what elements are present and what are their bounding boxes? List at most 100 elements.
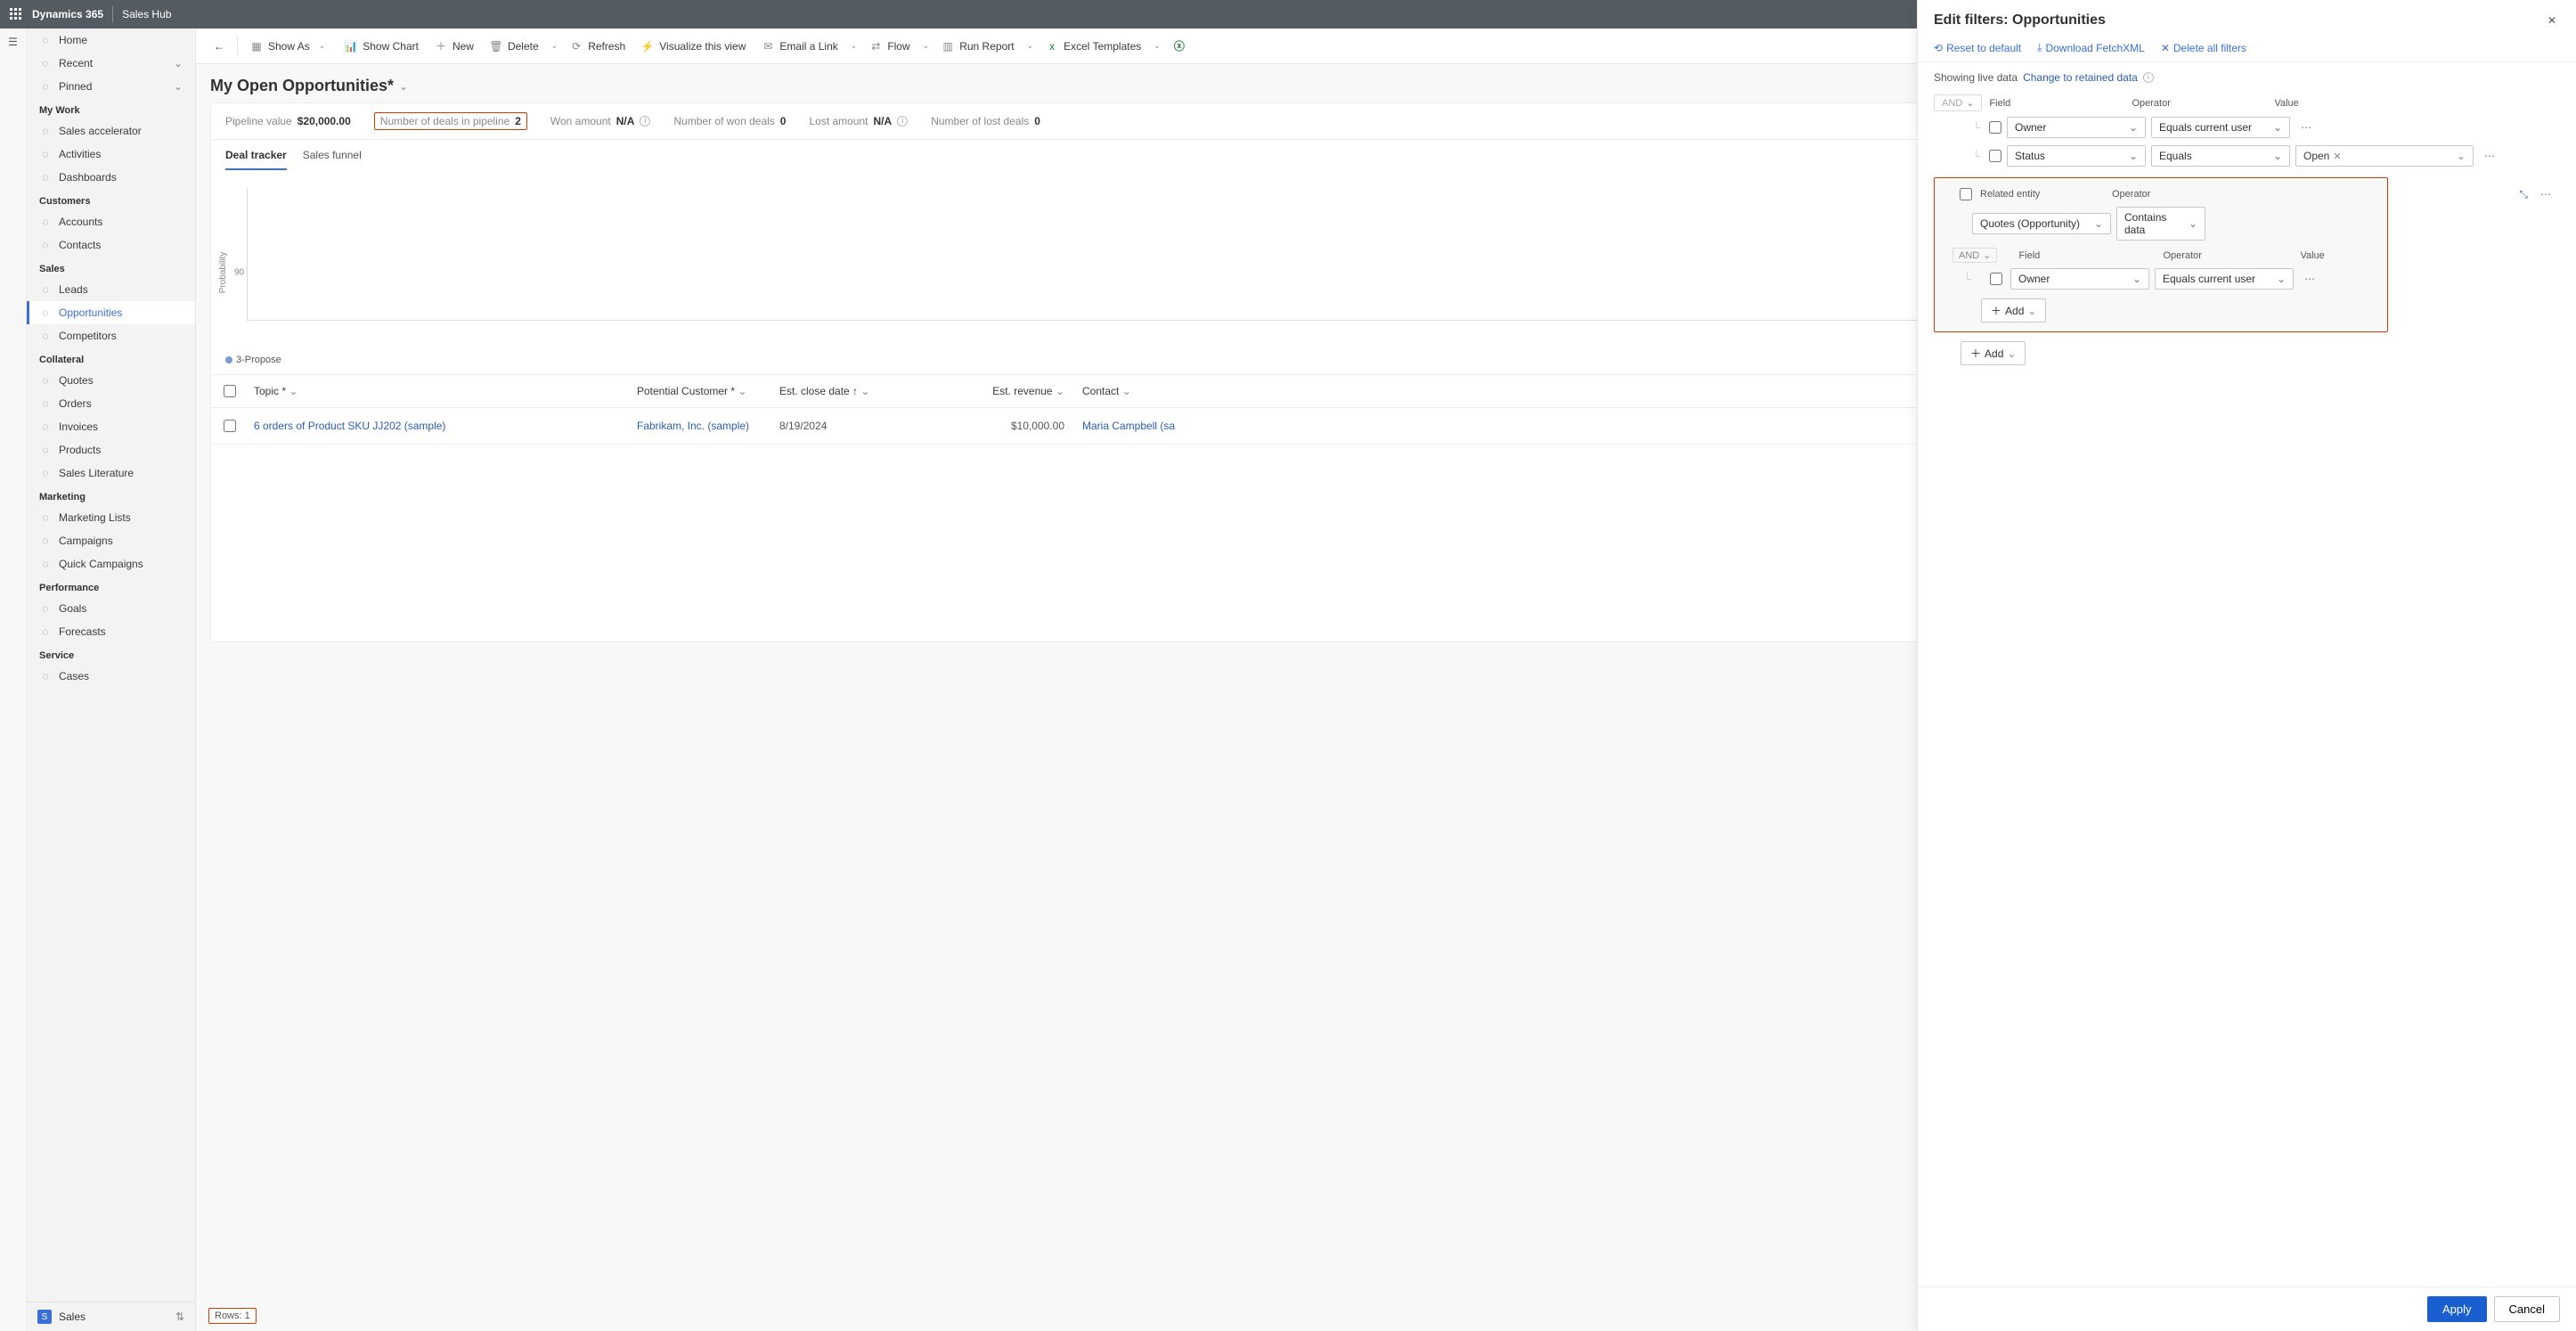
row-revenue: $10,000.00 [949,411,1073,441]
cancel-button[interactable]: Cancel [2494,1296,2560,1322]
sidebar-item[interactable]: ◌Opportunities [27,301,195,324]
close-icon[interactable]: ✕ [2544,11,2560,30]
show-as-button[interactable]: ▦Show As⌄ [243,37,336,56]
sidebar-item[interactable]: ◌Home [27,29,195,52]
run-report-button[interactable]: ▥Run Report [934,37,1021,56]
sidebar-item[interactable]: ◌Recent⌄ [27,52,195,75]
filter-checkbox[interactable] [1989,150,2001,162]
email-link-button[interactable]: ✉Email a Link [754,37,844,56]
sidebar-item[interactable]: ◌Sales accelerator [27,119,195,143]
col-contact[interactable]: Contact ⌄ [1073,378,1216,404]
excel-tmpl-chevron[interactable]: ⌄ [1150,41,1164,51]
info-icon[interactable]: i [2143,72,2154,83]
back-button[interactable]: ← [207,37,232,56]
nested-more-button[interactable]: ⋯ [2299,271,2320,287]
sidebar-item[interactable]: ◌Campaigns [27,529,195,552]
nav-icon: ◌ [39,670,52,682]
view-tab[interactable]: Sales funnel [303,140,362,170]
sidebar-item[interactable]: ◌Marketing Lists [27,506,195,529]
nav-icon: ◌ [39,216,52,228]
visualize-button[interactable]: ⚡Visualize this view [634,37,753,56]
filter-checkbox[interactable] [1989,121,2001,134]
row-checkbox[interactable] [224,420,236,432]
sidebar-item[interactable]: ◌Competitors [27,324,195,347]
flow-button[interactable]: ⇄Flow [862,37,917,56]
view-title[interactable]: My Open Opportunities* [210,77,394,95]
nav-icon: ◌ [39,558,52,570]
filter-more-button[interactable]: ⋯ [2295,119,2317,135]
plus-icon: ＋ [1970,346,1981,361]
sidebar-item[interactable]: ◌Accounts [27,210,195,233]
flow-chevron[interactable]: ⌄ [919,41,933,51]
col-customer[interactable]: Potential Customer * ⌄ [628,378,770,404]
row-date: 8/19/2024 [770,411,949,441]
excel-button[interactable]: ⓧ [1166,37,1193,56]
view-tab[interactable]: Deal tracker [225,140,287,170]
sidebar-item[interactable]: ◌Orders [27,392,195,415]
sidebar-item[interactable]: ◌Invoices [27,415,195,438]
apply-button[interactable]: Apply [2427,1296,2487,1322]
outer-add-button[interactable]: ＋Add⌄ [1961,341,2026,365]
nested-add-button[interactable]: ＋Add⌄ [1981,298,2046,323]
info-icon[interactable]: i [640,116,650,127]
sidebar-item[interactable]: ◌Activities [27,143,195,166]
hamburger-icon[interactable]: ☰ [8,36,18,48]
sidebar-item[interactable]: ◌Cases [27,665,195,688]
sidebar-item[interactable]: ◌Goals [27,597,195,620]
show-chart-button[interactable]: 📊Show Chart [338,37,426,56]
col-est-close[interactable]: Est. close date ↑ ⌄ [770,378,949,404]
sidebar-item[interactable]: ◌Pinned⌄ [27,75,195,98]
sidebar-item[interactable]: ◌Contacts [27,233,195,257]
delete-all-filters-button[interactable]: ✕Delete all filters [2161,41,2246,54]
filter-field-dropdown[interactable]: Owner [2007,117,2146,138]
filter-value-dropdown[interactable]: Open✕⌄ [2295,145,2474,167]
sidebar-item[interactable]: ◌Quotes [27,369,195,392]
group-more-button[interactable]: ⋯ [2535,186,2556,202]
related-checkbox[interactable] [1960,188,1972,200]
select-all-checkbox[interactable] [224,385,236,397]
email-chevron[interactable]: ⌄ [847,41,861,51]
sidebar-item[interactable]: ◌Forecasts [27,620,195,643]
reset-default-button[interactable]: ⟲Reset to default [1934,41,2021,54]
col-topic[interactable]: Topic * ⌄ [245,378,628,404]
remove-tag-icon[interactable]: ✕ [2333,151,2341,162]
filter-operator-dropdown[interactable]: Equals current user [2151,117,2290,138]
sidebar-item[interactable]: ◌Sales Literature [27,461,195,485]
nested-and-pill[interactable]: AND⌄ [1952,248,1997,263]
row-customer[interactable]: Fabrikam, Inc. (sample) [628,411,770,441]
row-contact[interactable]: Maria Campbell (sa [1073,411,1216,441]
bolt-icon: ⚡ [641,40,654,53]
nested-row-checkbox[interactable] [1990,273,2002,285]
sidebar-item[interactable]: ◌Products [27,438,195,461]
sidebar-item[interactable]: ◌Leads [27,278,195,301]
nav-icon: ◌ [39,80,52,93]
delete-button[interactable]: 🗑Delete [483,37,546,56]
report-chevron[interactable]: ⌄ [1023,41,1038,51]
plus-icon: ＋ [435,40,447,53]
info-icon[interactable]: i [897,116,908,127]
related-entity-dropdown[interactable]: Quotes (Opportunity) [1972,213,2111,234]
refresh-button[interactable]: ⟳Refresh [563,37,632,56]
and-operator-pill[interactable]: AND⌄ [1934,94,1982,111]
waffle-icon[interactable] [9,7,23,21]
change-retained-link[interactable]: Change to retained data [2023,71,2138,84]
collapse-icon[interactable]: ⤡ [2519,188,2528,201]
row-topic[interactable]: 6 orders of Product SKU JJ202 (sample) [245,411,628,441]
chevron-down-icon[interactable]: ⌄ [399,80,408,93]
nested-operator-dropdown[interactable]: Equals current user [2155,268,2294,290]
download-fetchxml-button[interactable]: ⤓Download FetchXML [2037,41,2145,54]
mail-icon: ✉ [762,40,774,53]
filter-more-button[interactable]: ⋯ [2479,148,2500,164]
filter-field-dropdown[interactable]: Status [2007,145,2146,167]
nested-field-dropdown[interactable]: Owner [2010,268,2149,290]
site-switcher[interactable]: S Sales ⇅ [27,1302,195,1331]
related-entity-block: Related entity Operator Quotes (Opportun… [1934,177,2388,332]
new-button[interactable]: ＋New [428,37,481,56]
delete-chevron[interactable]: ⌄ [548,41,562,51]
excel-templates-button[interactable]: xExcel Templates [1039,37,1148,56]
sidebar-item[interactable]: ◌Quick Campaigns [27,552,195,576]
related-operator-dropdown[interactable]: Contains data [2116,207,2205,241]
col-est-revenue[interactable]: Est. revenue ⌄ [949,378,1073,404]
sidebar-item[interactable]: ◌Dashboards [27,166,195,189]
filter-operator-dropdown[interactable]: Equals [2151,145,2290,167]
